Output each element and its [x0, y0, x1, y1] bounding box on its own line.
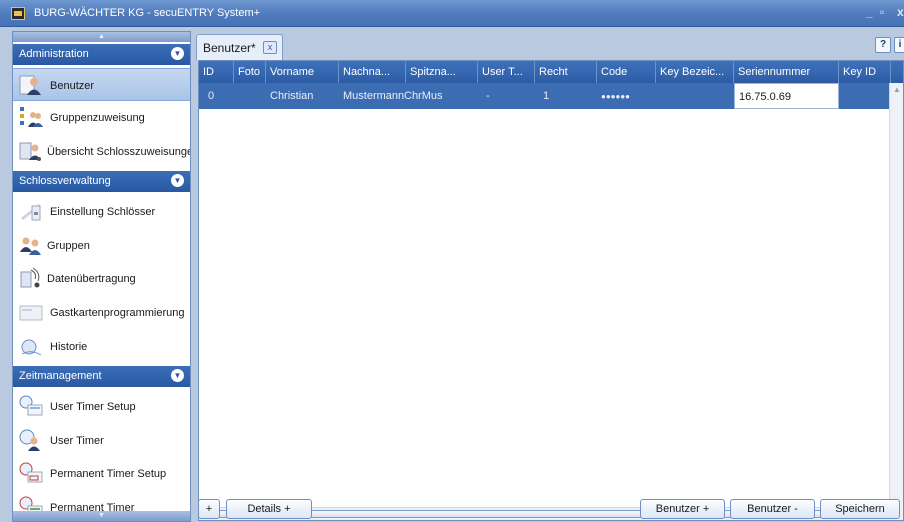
- title-bar: BURG-WÄCHTER KG - secuENTRY System+ _ ▫ …: [0, 0, 904, 27]
- section-administration[interactable]: Administration ▼: [13, 44, 190, 65]
- cell-code[interactable]: ●●●●●●: [597, 83, 656, 109]
- guest-card-icon: [19, 305, 43, 321]
- sidebar-item-label: Datenübertragung: [47, 273, 136, 285]
- app-logo-icon: [11, 7, 25, 20]
- main-content: Benutzer* x ? i ID Foto Vorname Nachna..…: [195, 31, 904, 522]
- sidebar-item-label: Historie: [50, 341, 88, 353]
- sidebar-item-permanent-timer-setup[interactable]: Permanent Timer Setup: [13, 457, 190, 490]
- tab-strip: Benutzer* x ? i: [195, 31, 904, 60]
- lock-overview-icon: [19, 142, 41, 161]
- sidebar-item-uebersicht-schlosszuweisung[interactable]: Übersicht Schlosszuweisunge: [13, 135, 190, 168]
- remove-user-button[interactable]: Benutzer -: [730, 499, 815, 519]
- cell-seriennummer-input[interactable]: 16.75.0.69: [734, 83, 839, 109]
- user-icon: [19, 75, 41, 95]
- column-header[interactable]: Nachna...: [339, 61, 406, 83]
- help-button[interactable]: ?: [875, 37, 891, 53]
- section-label: Schlossverwaltung: [19, 175, 111, 187]
- timer-icon: [19, 429, 40, 451]
- tab-benutzer[interactable]: Benutzer* x: [196, 34, 283, 60]
- cell-nachname[interactable]: Mustermann: [339, 83, 406, 109]
- scroll-up-icon[interactable]: ▲: [893, 85, 901, 94]
- cell-key-id[interactable]: [839, 83, 891, 109]
- column-header[interactable]: User T...: [478, 61, 535, 83]
- section-schlossverwaltung[interactable]: Schlossverwaltung ▼: [13, 171, 190, 192]
- data-transfer-icon: [20, 267, 40, 288]
- section-label: Administration: [19, 48, 89, 60]
- sidebar-item-datenuebertragung[interactable]: Datenübertragung: [13, 262, 190, 295]
- action-bar: + Details + Benutzer + Benutzer - Speich…: [195, 497, 904, 522]
- column-header[interactable]: Vorname: [266, 61, 339, 83]
- permanent-timer-setup-icon: [19, 462, 43, 483]
- sidebar-item-historie[interactable]: Historie: [13, 330, 190, 363]
- sidebar-item-gruppen[interactable]: Gruppen: [13, 229, 190, 262]
- window-title: BURG-WÄCHTER KG - secuENTRY System+: [34, 7, 261, 19]
- sidebar-item-label: User Timer: [50, 435, 104, 447]
- column-header[interactable]: Seriennummer: [734, 61, 839, 83]
- tab-label: Benutzer*: [203, 41, 256, 55]
- column-header[interactable]: ID: [199, 61, 234, 83]
- sidebar-item-label: Gastkartenprogrammierung: [50, 307, 185, 319]
- column-header[interactable]: Foto: [234, 61, 266, 83]
- sidebar-item-label: Permanent Timer Setup: [50, 468, 167, 480]
- history-icon: [21, 339, 42, 356]
- sidebar-item-label: Einstellung Schlösser: [50, 206, 156, 218]
- add-user-button[interactable]: Benutzer +: [640, 499, 725, 519]
- save-button[interactable]: Speichern: [820, 499, 900, 519]
- minimize-icon[interactable]: _: [866, 5, 873, 19]
- group-assign-icon: [20, 107, 43, 127]
- column-header[interactable]: Code: [597, 61, 656, 83]
- sidebar-item-user-timer[interactable]: User Timer: [13, 424, 190, 457]
- cell-spitzname[interactable]: ChrMus: [400, 83, 478, 109]
- section-label: Zeitmanagement: [19, 370, 102, 382]
- column-header[interactable]: Key Bezeic...: [656, 61, 734, 83]
- sidebar-item-user-timer-setup[interactable]: User Timer Setup: [13, 390, 190, 423]
- details-button[interactable]: Details +: [226, 499, 312, 519]
- info-button[interactable]: i: [894, 37, 904, 53]
- cell-recht[interactable]: 1: [535, 83, 597, 109]
- lock-settings-icon: [21, 204, 41, 221]
- cell-foto[interactable]: [234, 83, 266, 109]
- column-header[interactable]: Key ID: [839, 61, 891, 83]
- close-window-icon[interactable]: x: [897, 5, 904, 19]
- timer-setup-icon: [19, 395, 43, 416]
- sidebar-item-gastkartenprogrammierung[interactable]: Gastkartenprogrammierung: [13, 296, 190, 329]
- navigation-sidebar: ▲ Administration ▼ Benutzer Gruppenzuwei…: [12, 31, 191, 522]
- sidebar-scroll-up-icon[interactable]: ▲: [13, 32, 190, 42]
- cell-vorname[interactable]: Christian: [266, 83, 339, 109]
- sidebar-item-label: User Timer Setup: [50, 401, 136, 413]
- cell-key-bezeichnung[interactable]: [656, 83, 734, 109]
- sidebar-item-label: Benutzer: [50, 80, 95, 92]
- users-grid: ID Foto Vorname Nachna... Spitzna... Use…: [198, 60, 904, 521]
- add-button[interactable]: +: [198, 499, 220, 519]
- sidebar-item-label: Gruppen: [47, 240, 90, 252]
- section-zeitmanagement[interactable]: Zeitmanagement ▼: [13, 366, 190, 387]
- sidebar-item-einstellung-schloesser[interactable]: Einstellung Schlösser: [13, 195, 190, 228]
- sidebar-scroll-down-icon[interactable]: ▼: [13, 511, 190, 521]
- app-window: BURG-WÄCHTER KG - secuENTRY System+ _ ▫ …: [0, 0, 904, 522]
- chevron-down-icon[interactable]: ▼: [171, 47, 184, 60]
- close-tab-icon[interactable]: x: [263, 41, 277, 54]
- vertical-scrollbar[interactable]: ▲ ▼: [889, 83, 903, 520]
- cell-id[interactable]: 0: [199, 83, 234, 109]
- groups-icon: [20, 237, 41, 255]
- chevron-down-icon[interactable]: ▼: [171, 174, 184, 187]
- column-header[interactable]: Spitzna...: [406, 61, 478, 83]
- chevron-down-icon[interactable]: ▼: [171, 369, 184, 382]
- sidebar-item-label: Gruppenzuweisung: [50, 112, 145, 124]
- grid-header: ID Foto Vorname Nachna... Spitzna... Use…: [199, 61, 903, 83]
- column-header[interactable]: Recht: [535, 61, 597, 83]
- cell-user-typ[interactable]: -: [478, 83, 535, 109]
- sidebar-item-label: Übersicht Schlosszuweisunge: [47, 146, 191, 158]
- maximize-icon[interactable]: ▫: [880, 5, 884, 19]
- sidebar-item-benutzer[interactable]: Benutzer: [13, 68, 190, 101]
- table-row[interactable]: 0 Christian Mustermann ChrMus - 1 ●●●●●●…: [199, 83, 891, 109]
- sidebar-item-gruppenzuweisung[interactable]: Gruppenzuweisung: [13, 101, 190, 134]
